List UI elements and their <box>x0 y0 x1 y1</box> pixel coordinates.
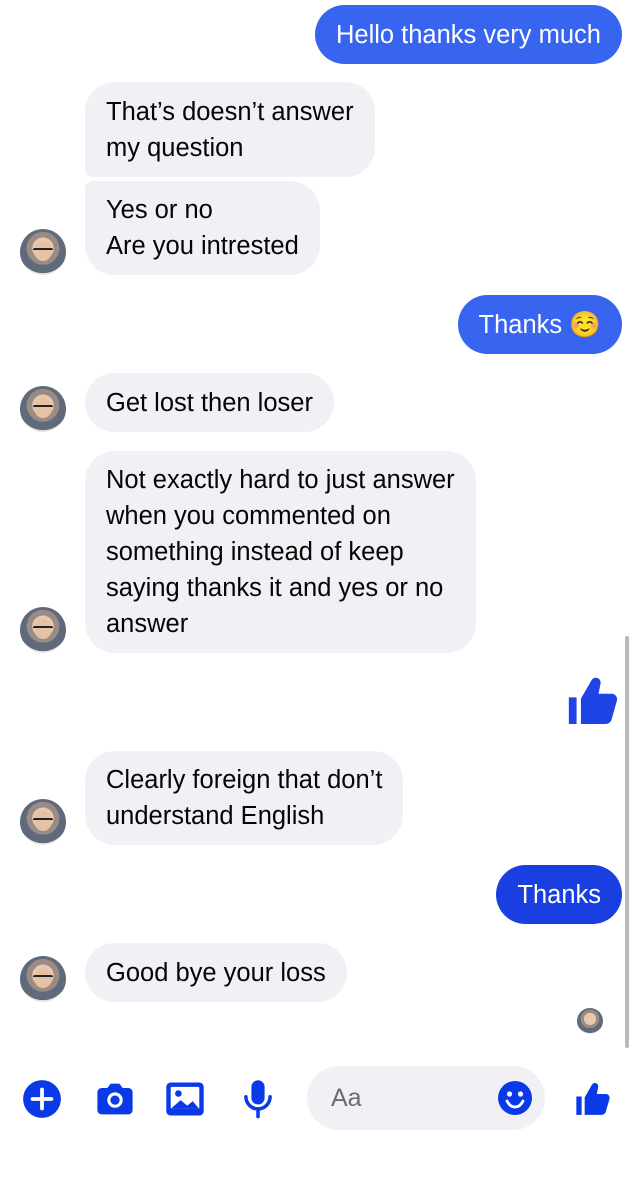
message-text: That’s doesn’t answer <box>106 97 354 126</box>
message-text: when you commented on <box>106 502 391 530</box>
message-text: Thanks ☺️ <box>478 310 601 339</box>
message-text: understand English <box>106 802 325 830</box>
outgoing-message[interactable]: Thanks ☺️ <box>457 295 622 354</box>
seen-avatar <box>577 1008 603 1034</box>
message-text: answer <box>106 610 189 638</box>
contact-avatar[interactable] <box>20 386 66 432</box>
message-text: saying thanks it and yes or no <box>106 574 444 602</box>
message-text: Good bye your loss <box>106 958 326 987</box>
thumbs-up-icon[interactable] <box>564 672 622 730</box>
incoming-message[interactable]: Get lost then loser <box>85 373 334 432</box>
message-text: Get lost then loser <box>106 388 313 417</box>
message-text: Yes or no <box>106 196 213 224</box>
message-text: Thanks <box>517 880 601 909</box>
scrollbar[interactable] <box>625 636 629 1048</box>
photo-icon[interactable] <box>162 1076 208 1122</box>
outgoing-message[interactable]: Thanks <box>496 865 622 924</box>
incoming-message[interactable]: Not exactly hard to just answer when you… <box>85 451 476 653</box>
microphone-icon[interactable] <box>235 1076 281 1122</box>
message-text: Are you intrested <box>106 232 299 260</box>
message-text: my question <box>106 133 244 162</box>
contact-avatar[interactable] <box>20 956 66 1002</box>
contact-avatar[interactable] <box>20 607 66 653</box>
message-text: something instead of keep <box>106 538 404 566</box>
incoming-message[interactable]: That’s doesn’t answer my question <box>85 82 375 177</box>
incoming-message[interactable]: Good bye your loss <box>85 943 347 1002</box>
incoming-message[interactable]: Clearly foreign that don’t understand En… <box>85 751 404 845</box>
message-input[interactable] <box>331 1083 491 1113</box>
camera-icon[interactable] <box>92 1076 138 1122</box>
outgoing-message[interactable]: Hello thanks very much <box>314 5 622 64</box>
incoming-message[interactable]: Yes or no Are you intrested <box>85 181 320 275</box>
thumbs-up-icon[interactable] <box>570 1076 616 1122</box>
plus-icon[interactable] <box>19 1076 65 1122</box>
emoji-icon[interactable] <box>497 1080 533 1116</box>
message-text: Hello thanks very much <box>335 20 601 49</box>
message-composer[interactable] <box>307 1066 545 1130</box>
message-text: Clearly foreign that don’t <box>106 766 383 794</box>
contact-avatar[interactable] <box>20 229 66 275</box>
contact-avatar[interactable] <box>20 799 66 845</box>
message-text: Not exactly hard to just answer <box>106 466 455 494</box>
